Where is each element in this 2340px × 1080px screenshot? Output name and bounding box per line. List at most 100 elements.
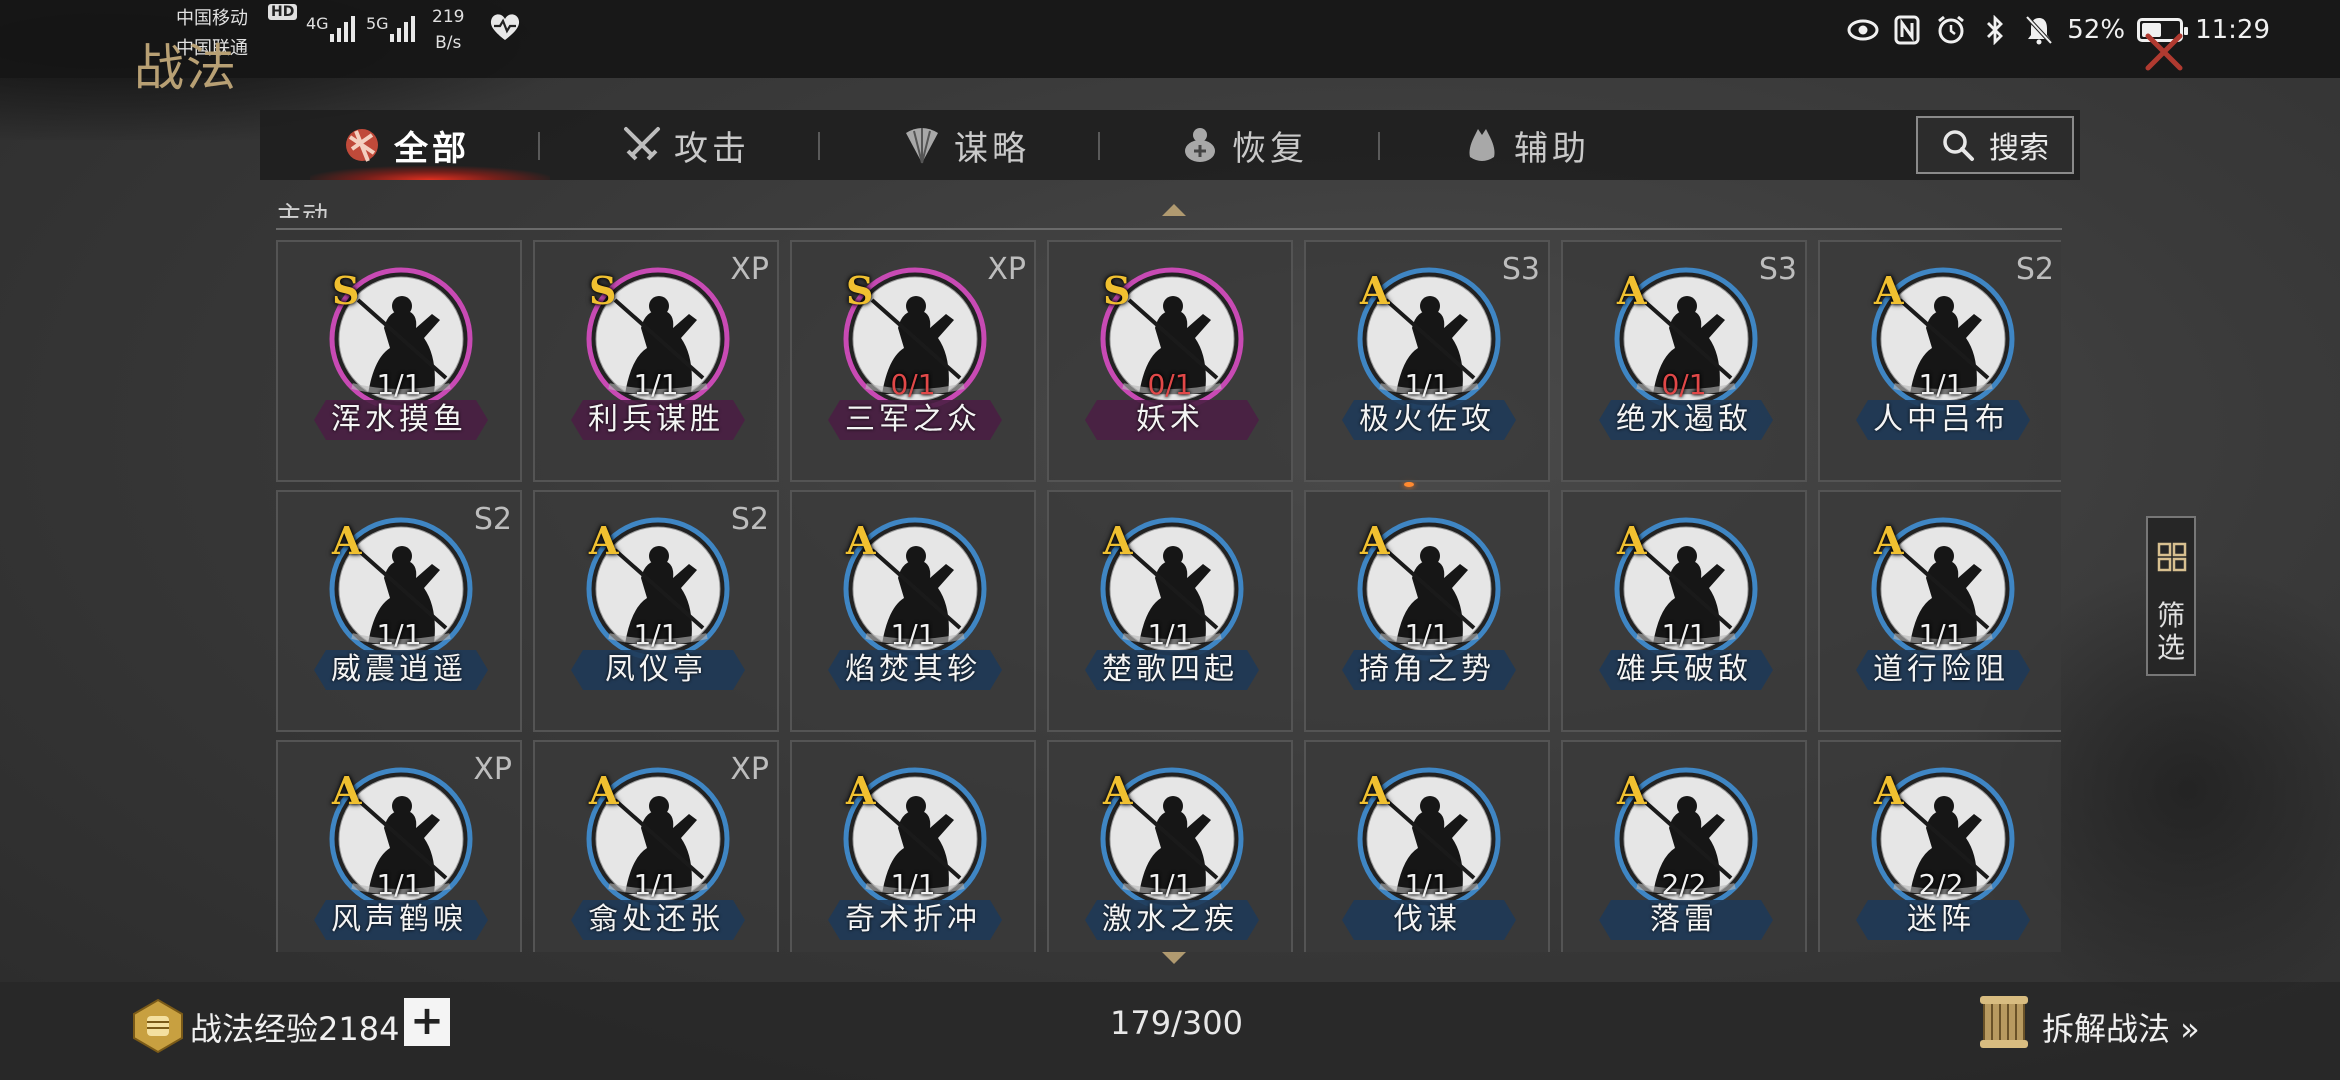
skill-count: 0/1: [1661, 368, 1707, 401]
skill-card[interactable]: A 1/1 奇术折冲: [790, 740, 1036, 952]
skill-count: 1/1: [1404, 868, 1450, 901]
skill-count: 2/2: [1661, 868, 1707, 901]
skill-card[interactable]: A 1/1 焰焚其轸: [790, 490, 1036, 732]
skill-card[interactable]: A 1/1 激水之疾: [1047, 740, 1293, 952]
skill-name: 奇术折冲: [845, 902, 981, 937]
skill-count: 1/1: [1404, 368, 1450, 401]
skill-season-tag: XP: [987, 252, 1026, 287]
carrier-primary: 中国移动: [176, 8, 248, 29]
dismantle-skills-link[interactable]: 拆解战法 »: [2042, 1004, 2200, 1050]
skill-card[interactable]: XP A 1/1 风声鹤唳: [276, 740, 522, 952]
skill-card[interactable]: A 1/1 掎角之势: [1304, 490, 1550, 732]
skill-card[interactable]: A 2/2 迷阵: [1818, 740, 2061, 952]
tab-divider: [538, 132, 540, 160]
skill-grade-badge: A: [1103, 518, 1133, 563]
tab-all[interactable]: 全部: [340, 110, 470, 180]
skill-card[interactable]: XP S 0/1 三军之众: [790, 240, 1036, 482]
skill-card[interactable]: A 1/1 伐谋: [1304, 740, 1550, 952]
skill-name: 凤仪亭: [605, 652, 707, 687]
skill-card[interactable]: S2 A 1/1 凤仪亭: [533, 490, 779, 732]
skill-name: 道行险阻: [1873, 652, 2009, 687]
skill-card[interactable]: S2 A 1/1 人中吕布: [1818, 240, 2061, 482]
scroll-bundle-icon: [1980, 996, 2028, 1048]
tab-strategy-label: 谋略: [954, 128, 1030, 169]
tab-strategy[interactable]: 谋略: [900, 110, 1030, 180]
status-bar: 中国移动 HD 中国联通 4G 5G 219 B/s 52% 11:29: [0, 0, 2340, 78]
skill-season-tag: S2: [730, 502, 769, 537]
skill-card[interactable]: A 2/2 落雷: [1561, 740, 1807, 952]
tab-recovery[interactable]: 恢复: [1178, 110, 1308, 180]
skill-grade-badge: A: [589, 768, 619, 813]
bluetooth-icon: [1979, 14, 2011, 46]
skill-count: 1/1: [1147, 868, 1193, 901]
clock: 11:29: [2195, 15, 2270, 45]
skill-season-tag: S2: [473, 502, 512, 537]
skill-count: 1/1: [376, 368, 422, 401]
skill-grade-badge: A: [1360, 518, 1390, 563]
skill-exp-label: 战法经验2184: [190, 1010, 400, 1048]
skill-count: 1/1: [890, 618, 936, 651]
eye-icon: [1847, 14, 1879, 46]
skill-grade-badge: A: [1874, 518, 1904, 563]
speed-unit: B/s: [435, 33, 462, 53]
skill-name: 绝水遏敌: [1616, 402, 1752, 437]
skill-grade-badge: S: [1103, 268, 1131, 313]
speed-value: 219: [432, 7, 465, 27]
search-button[interactable]: 搜索: [1916, 116, 2074, 174]
skill-season-tag: S2: [2015, 252, 2054, 287]
skill-card[interactable]: XP S 1/1 利兵谋胜: [533, 240, 779, 482]
skill-grade-badge: A: [846, 518, 876, 563]
skill-card[interactable]: S 0/1 妖术: [1047, 240, 1293, 482]
skill-grade-badge: S: [846, 268, 874, 313]
skill-card[interactable]: A 1/1 雄兵破敌: [1561, 490, 1807, 732]
skill-season-tag: S3: [1501, 252, 1540, 287]
search-icon: [1943, 130, 1974, 161]
skill-grade-badge: S: [332, 268, 360, 313]
tab-divider: [818, 132, 820, 160]
feather-fan-icon: [906, 128, 938, 164]
skill-card[interactable]: S3 A 1/1 极火佐攻: [1304, 240, 1550, 482]
skill-count: 1/1: [1661, 618, 1707, 651]
skill-grade-badge: A: [846, 768, 876, 813]
skill-grid: S 1/1 浑水摸鱼 XP S 1/1 利兵谋胜 XP S 0/1 三军之众 S 0/1 妖术 S3 A 1/1…: [276, 240, 2061, 952]
filter-button[interactable]: 筛选: [2146, 516, 2196, 676]
skill-card[interactable]: S 1/1 浑水摸鱼: [276, 240, 522, 482]
skill-card[interactable]: S3 A 0/1 绝水遏敌: [1561, 240, 1807, 482]
skill-card[interactable]: XP A 1/1 翕处还张: [533, 740, 779, 952]
skill-season-tag: XP: [730, 252, 769, 287]
category-tab-bar: 全部 攻击 谋略 恢复 辅助: [260, 110, 2080, 180]
page-title: 战法: [134, 39, 238, 97]
network-4g-label: 4G: [306, 14, 329, 33]
network-speed: 219 B/s: [432, 4, 464, 56]
add-exp-button[interactable]: +: [404, 998, 450, 1046]
skill-name: 浑水摸鱼: [331, 402, 467, 437]
skill-grade-badge: A: [1874, 768, 1904, 813]
tab-attack[interactable]: 攻击: [620, 110, 750, 180]
skill-grade-badge: A: [1360, 768, 1390, 813]
skill-name: 雄兵破敌: [1616, 652, 1752, 687]
skill-card[interactable]: A 1/1 楚歌四起: [1047, 490, 1293, 732]
skill-name: 妖术: [1136, 402, 1204, 437]
skill-grade-badge: A: [1360, 268, 1390, 313]
skill-name: 焰焚其轸: [845, 652, 981, 687]
skill-count: 1/1: [633, 618, 679, 651]
section-divider: [276, 228, 2062, 230]
tab-attack-label: 攻击: [674, 128, 750, 169]
skill-card[interactable]: S2 A 1/1 威震逍遥: [276, 490, 522, 732]
tab-divider: [1378, 132, 1380, 160]
tab-support[interactable]: 辅助: [1460, 110, 1590, 180]
skill-name: 人中吕布: [1873, 402, 2009, 437]
skill-grade-badge: A: [1617, 518, 1647, 563]
medicine-gourd-icon: [1185, 128, 1215, 162]
network-5g-label: 5G: [366, 14, 389, 33]
tab-recovery-label: 恢复: [1232, 128, 1308, 169]
skill-season-tag: XP: [473, 752, 512, 787]
close-icon[interactable]: [2142, 30, 2186, 74]
skill-card[interactable]: A 1/1 道行险阻: [1818, 490, 2061, 732]
scroll-down-arrow-icon[interactable]: [1162, 952, 1186, 964]
skill-grade-badge: A: [1617, 268, 1647, 313]
skill-name: 翕处还张: [588, 902, 724, 937]
scroll-up-arrow-icon[interactable]: [1162, 204, 1186, 216]
skill-name: 楚歌四起: [1102, 652, 1238, 687]
skill-count: 0/1: [890, 368, 936, 401]
